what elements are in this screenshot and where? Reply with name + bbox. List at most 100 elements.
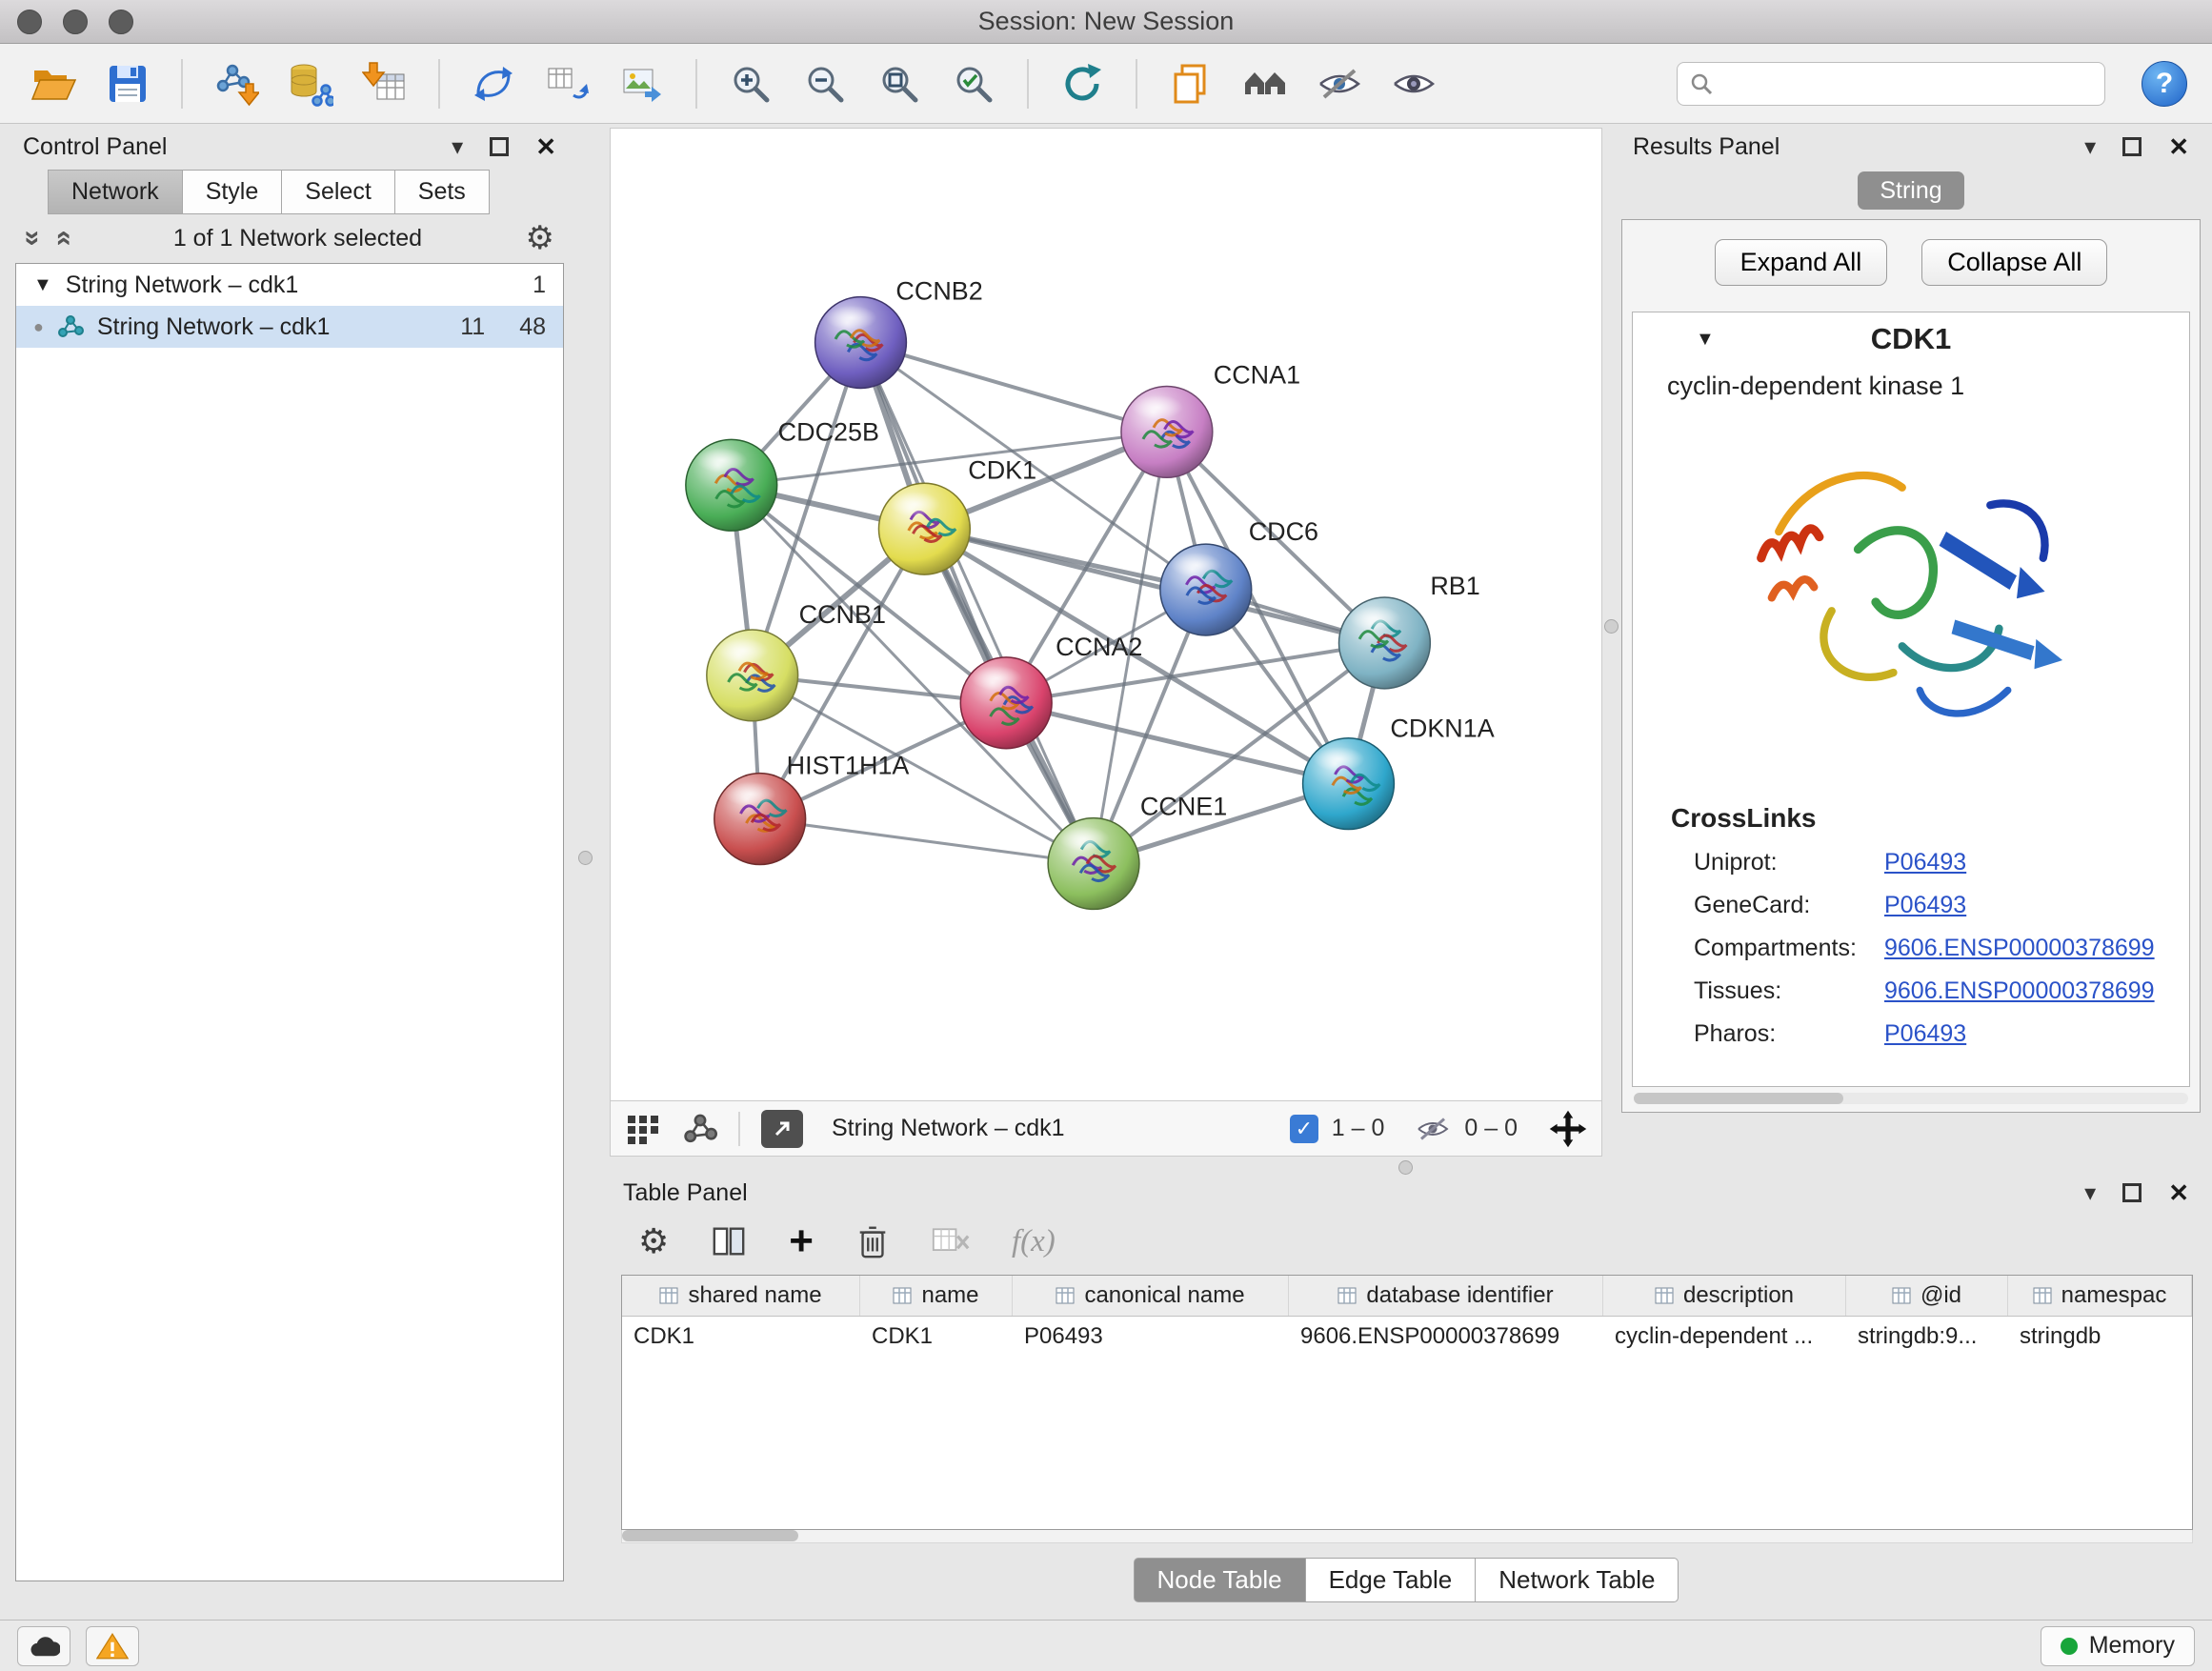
crosslink-link[interactable]: P06493 [1884, 849, 1966, 876]
network-edge[interactable] [760, 819, 1094, 864]
table-settings-gear-icon[interactable]: ⚙ [638, 1221, 669, 1261]
table-cell[interactable]: P06493 [1013, 1317, 1289, 1357]
panel-menu-icon[interactable]: ▾ [2084, 1179, 2096, 1207]
close-panel-icon[interactable]: ✕ [535, 132, 556, 162]
import-network-from-database-button[interactable] [282, 55, 339, 112]
expand-all-networks-icon[interactable]: » [46, 231, 78, 247]
panel-menu-icon[interactable]: ▾ [2084, 133, 2096, 161]
zoom-window-button[interactable] [109, 10, 133, 34]
table-cell[interactable]: 9606.ENSP00000378699 [1289, 1317, 1603, 1357]
column-header[interactable]: name [860, 1276, 1013, 1316]
table-cell[interactable]: stringdb [2008, 1317, 2192, 1357]
splitter-handle[interactable] [578, 851, 593, 865]
collection-expand-icon[interactable]: ▼ [33, 274, 52, 296]
tab-edge-table[interactable]: Edge Table [1306, 1558, 1477, 1602]
minimize-window-button[interactable] [63, 10, 88, 34]
tab-sets[interactable]: Sets [395, 170, 490, 214]
splitter-handle[interactable] [1604, 619, 1619, 634]
network-view-canvas[interactable]: CCNB2CCNA1CDC25BCDK1CDC6RB1CCNB1CCNA2CDK… [610, 128, 1602, 1101]
crosslinks-title: CrossLinks [1633, 803, 2189, 834]
column-header[interactable]: namespac [2008, 1276, 2192, 1316]
close-window-button[interactable] [17, 10, 42, 34]
crosslink-link[interactable]: 9606.ENSP00000378699 [1884, 977, 2155, 1005]
tab-style[interactable]: Style [183, 170, 283, 214]
scrollbar-thumb[interactable] [1634, 1093, 1843, 1104]
float-panel-icon[interactable] [2122, 137, 2142, 156]
gear-icon[interactable]: ⚙ [526, 219, 554, 257]
tab-string[interactable]: String [1858, 171, 1964, 210]
selected-checkbox[interactable]: ✓ [1290, 1115, 1318, 1143]
table-panel-title: Table Panel [623, 1179, 748, 1207]
memory-button[interactable]: Memory [2041, 1626, 2195, 1666]
copy-document-button[interactable] [1162, 55, 1219, 112]
import-table-from-file-button[interactable] [356, 55, 413, 112]
section-collapse-icon[interactable]: ▼ [1696, 329, 1715, 351]
network-row-selected[interactable]: ● String Network – cdk1 11 48 [16, 306, 563, 348]
toggle-graphics-details-button[interactable] [1385, 55, 1442, 112]
share-network-icon[interactable] [683, 1112, 717, 1146]
home-button[interactable] [1237, 55, 1294, 112]
close-panel-icon[interactable]: ✕ [2168, 132, 2189, 162]
scrollbar-thumb[interactable] [622, 1530, 798, 1541]
column-header[interactable]: database identifier [1289, 1276, 1603, 1316]
table-cell[interactable]: CDK1 [622, 1317, 860, 1357]
pan-crosshair-icon[interactable] [1548, 1109, 1588, 1149]
network-table-export-button[interactable] [539, 55, 596, 112]
network-edge[interactable] [861, 343, 1167, 433]
crosslink-row: Compartments: 9606.ENSP00000378699 [1633, 935, 2189, 962]
open-session-button[interactable] [25, 55, 82, 112]
crosslink-link[interactable]: P06493 [1884, 1020, 1966, 1048]
float-panel-icon[interactable] [2122, 1183, 2142, 1202]
table-cell[interactable]: CDK1 [860, 1317, 1013, 1357]
hidden-eye-icon[interactable] [1415, 1115, 1451, 1143]
collection-label: String Network – cdk1 [66, 272, 299, 299]
tab-network[interactable]: Network [48, 170, 183, 214]
table-horizontal-scrollbar[interactable] [621, 1530, 2193, 1543]
table-cell[interactable]: cyclin-dependent ... [1603, 1317, 1846, 1357]
results-panel-title: Results Panel [1633, 133, 1780, 161]
zoom-in-button[interactable] [722, 55, 779, 112]
save-session-button[interactable] [99, 55, 156, 112]
search-input[interactable] [1723, 70, 2093, 97]
clone-network-button[interactable] [465, 55, 522, 112]
column-header[interactable]: description [1603, 1276, 1846, 1316]
panel-menu-icon[interactable]: ▾ [452, 133, 463, 161]
apply-layout-button[interactable] [1054, 55, 1111, 112]
crosslink-link[interactable]: 9606.ENSP00000378699 [1884, 935, 2155, 962]
import-network-from-file-button[interactable] [208, 55, 265, 112]
tab-select[interactable]: Select [282, 170, 394, 214]
show-columns-icon[interactable] [711, 1223, 747, 1259]
float-panel-icon[interactable] [490, 137, 509, 156]
results-scrollbar[interactable] [1634, 1093, 2188, 1104]
add-column-icon[interactable]: + [789, 1220, 814, 1262]
zoom-selected-button[interactable] [945, 55, 1002, 112]
column-header[interactable]: shared name [622, 1276, 860, 1316]
close-panel-icon[interactable]: ✕ [2168, 1178, 2189, 1208]
zoom-fit-button[interactable] [871, 55, 928, 112]
network-collection-row[interactable]: ▼ String Network – cdk1 1 [16, 264, 563, 306]
warnings-button[interactable] [86, 1626, 139, 1666]
collapse-all-networks-icon[interactable]: » [16, 231, 49, 247]
crosslink-link[interactable]: P06493 [1884, 892, 1966, 919]
tab-node-table[interactable]: Node Table [1134, 1558, 1306, 1602]
crosslink-label: Uniprot: [1694, 849, 1884, 876]
table-row[interactable]: CDK1 CDK1 P06493 9606.ENSP00000378699 cy… [622, 1317, 2192, 1357]
delete-trash-icon[interactable] [855, 1223, 890, 1259]
eye-slash-icon [1317, 61, 1362, 107]
annotation-visibility-button[interactable] [1311, 55, 1368, 112]
open-in-window-button[interactable] [761, 1110, 803, 1148]
help-button[interactable]: ? [2142, 61, 2187, 107]
export-image-button[interactable] [613, 55, 671, 112]
column-header[interactable]: canonical name [1013, 1276, 1289, 1316]
network-edge[interactable] [861, 343, 1095, 864]
table-cell[interactable]: stringdb:9... [1846, 1317, 2008, 1357]
expand-all-button[interactable]: Expand All [1715, 239, 1888, 286]
zoom-out-button[interactable] [796, 55, 854, 112]
cloud-status-button[interactable] [17, 1626, 70, 1666]
splitter-handle[interactable] [1398, 1160, 1413, 1175]
collapse-all-button[interactable]: Collapse All [1921, 239, 2107, 286]
selected-counts: 1 – 0 [1332, 1115, 1385, 1142]
birdseye-view-icon[interactable] [624, 1110, 662, 1148]
tab-network-table[interactable]: Network Table [1476, 1558, 1679, 1602]
column-header[interactable]: @id [1846, 1276, 2008, 1316]
